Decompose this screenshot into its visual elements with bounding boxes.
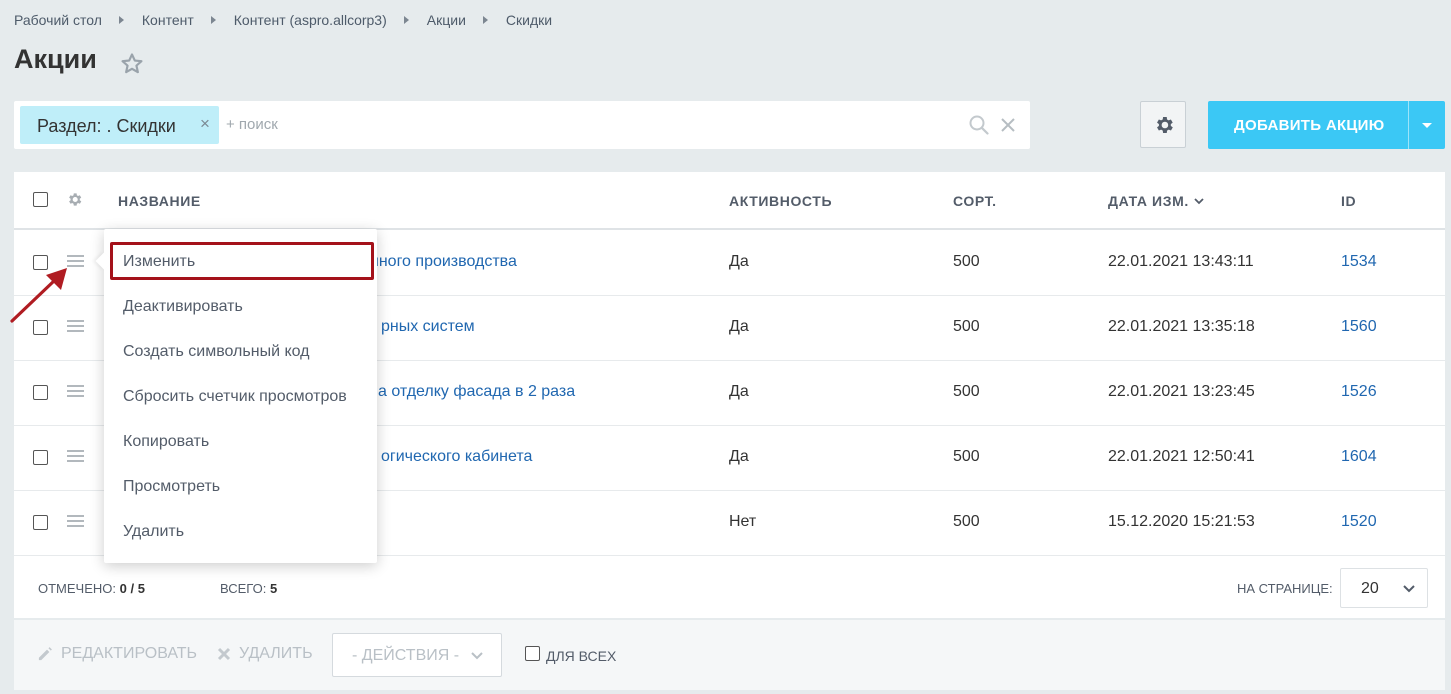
menu-item-copy[interactable]: Копировать: [123, 433, 209, 451]
annotation-arrow: [10, 268, 67, 323]
breadcrumb-separator-icon: [482, 16, 488, 24]
actions-dropdown-value: - ДЕЙСТВИЯ -: [352, 647, 460, 664]
filter-chip-section[interactable]: Раздел: . Скидки ×: [20, 106, 219, 144]
menu-item-deactivate[interactable]: Деактивировать: [123, 298, 243, 316]
per-page-label: НА СТРАНИЦЕ:: [1237, 581, 1333, 596]
row-active: Да: [729, 448, 749, 465]
chevron-down-icon: [1403, 585, 1415, 593]
row-date: 22.01.2021 13:35:18: [1108, 318, 1255, 335]
chevron-down-icon[interactable]: [1422, 123, 1432, 128]
total-value: 5: [269, 581, 278, 596]
star-icon[interactable]: [119, 51, 145, 77]
row-name-link[interactable]: нного производства: [370, 253, 517, 271]
marked-counter: ОТМЕЧЕНО: 0 / 5: [38, 581, 145, 596]
row-active: Да: [729, 253, 749, 270]
menu-icon[interactable]: [67, 385, 84, 398]
breadcrumb-separator-icon: [403, 16, 409, 24]
filter-search-bar[interactable]: Раздел: . Скидки × + поиск: [14, 101, 1030, 149]
menu-item-view[interactable]: Просмотреть: [123, 478, 220, 496]
add-promotion-button[interactable]: ДОБАВИТЬ АКЦИЮ: [1208, 101, 1445, 149]
row-active: Да: [729, 383, 749, 400]
chip-close-icon[interactable]: ×: [200, 114, 210, 134]
row-checkbox[interactable]: [33, 515, 48, 530]
row-name-link[interactable]: рных систем: [381, 318, 475, 336]
search-icon[interactable]: [968, 114, 990, 136]
total-label: ВСЕГО:: [220, 581, 267, 596]
row-name-link[interactable]: а отделку фасада в 2 раза: [378, 383, 575, 401]
row-date: 22.01.2021 12:50:41: [1108, 448, 1255, 465]
row-sort: 500: [953, 448, 980, 465]
row-id-link[interactable]: 1520: [1341, 513, 1377, 531]
menu-icon[interactable]: [67, 450, 84, 463]
breadcrumb-separator-icon: [210, 16, 216, 24]
row-date: 22.01.2021 13:43:11: [1108, 253, 1254, 270]
breadcrumb-separator-icon: [118, 16, 124, 24]
breadcrumb-item-desktop[interactable]: Рабочий стол: [14, 12, 102, 28]
per-page-value: 20: [1361, 580, 1379, 597]
breadcrumb-item-content[interactable]: Контент: [142, 12, 194, 28]
row-name-link[interactable]: огического кабинета: [381, 448, 532, 466]
row-checkbox[interactable]: [33, 450, 48, 465]
chevron-down-icon: [471, 652, 483, 660]
actions-dropdown[interactable]: - ДЕЙСТВИЯ -: [332, 633, 502, 677]
clear-icon[interactable]: [998, 115, 1018, 135]
gear-icon[interactable]: [66, 191, 83, 208]
grid-footer: ОТМЕЧЕНО: 0 / 5 ВСЕГО: 5 НА СТРАНИЦЕ: 20: [14, 558, 1445, 618]
row-sort: 500: [953, 383, 980, 400]
select-all-checkbox[interactable]: [33, 192, 48, 207]
menu-icon[interactable]: [67, 515, 84, 528]
column-header-date[interactable]: ДАТА ИЗМ.: [1108, 193, 1189, 209]
add-promotion-label: ДОБАВИТЬ АКЦИЮ: [1234, 117, 1385, 134]
page-title: Акции: [14, 44, 97, 74]
grid-header: НАЗВАНИЕ АКТИВНОСТЬ СОРТ. ДАТА ИЗМ. ID: [14, 172, 1445, 230]
menu-item-reset-views[interactable]: Сбросить счетчик просмотров: [123, 388, 347, 406]
menu-item-delete[interactable]: Удалить: [123, 523, 184, 541]
chevron-down-icon[interactable]: [1193, 196, 1205, 206]
marked-label: ОТМЕЧЕНО:: [38, 581, 116, 596]
row-id-link[interactable]: 1526: [1341, 383, 1377, 401]
search-input[interactable]: + поиск: [226, 116, 278, 133]
filter-chip-label: Раздел: . Скидки: [37, 116, 176, 136]
settings-button[interactable]: [1140, 101, 1186, 148]
row-sort: 500: [953, 513, 980, 530]
breadcrumb-item-promotions[interactable]: Акции: [427, 12, 466, 28]
column-header-name[interactable]: НАЗВАНИЕ: [118, 193, 201, 209]
row-id-link[interactable]: 1560: [1341, 318, 1377, 336]
row-checkbox[interactable]: [33, 385, 48, 400]
row-date: 15.12.2020 15:21:53: [1108, 513, 1255, 530]
breadcrumb-item-discounts[interactable]: Скидки: [506, 12, 552, 28]
menu-item-edit[interactable]: Изменить: [123, 253, 195, 271]
per-page-select[interactable]: 20: [1340, 568, 1428, 608]
edit-action-button[interactable]: РЕДАКТИРОВАТЬ: [61, 645, 197, 663]
breadcrumb-item-content-aspro[interactable]: Контент (aspro.allcorp3): [234, 12, 387, 28]
row-active: Нет: [729, 513, 757, 530]
row-id-link[interactable]: 1534: [1341, 253, 1377, 271]
column-header-active[interactable]: АКТИВНОСТЬ: [729, 193, 832, 209]
column-header-id[interactable]: ID: [1341, 193, 1356, 209]
row-date: 22.01.2021 13:23:45: [1108, 383, 1255, 400]
group-actions-bar: РЕДАКТИРОВАТЬ УДАЛИТЬ - ДЕЙСТВИЯ - ДЛЯ В…: [14, 620, 1445, 690]
button-divider: [1408, 101, 1409, 149]
row-sort: 500: [953, 318, 980, 335]
column-header-sort[interactable]: СОРТ.: [953, 193, 997, 209]
marked-value: 0 / 5: [119, 581, 145, 596]
pencil-icon: [38, 647, 52, 661]
menu-item-create-code[interactable]: Создать символьный код: [123, 343, 310, 361]
delete-action-button[interactable]: УДАЛИТЬ: [239, 645, 313, 663]
total-counter: ВСЕГО: 5: [220, 581, 277, 596]
row-active: Да: [729, 318, 749, 335]
for-all-checkbox[interactable]: [525, 646, 540, 661]
row-id-link[interactable]: 1604: [1341, 448, 1377, 466]
row-context-menu: Изменить Деактивировать Создать символьн…: [95, 229, 377, 563]
cross-icon: [217, 647, 231, 661]
for-all-label: ДЛЯ ВСЕХ: [546, 648, 617, 664]
gear-icon: [1157, 117, 1173, 133]
breadcrumb: Рабочий стол Контент Контент (aspro.allc…: [14, 11, 552, 29]
row-sort: 500: [953, 253, 980, 270]
